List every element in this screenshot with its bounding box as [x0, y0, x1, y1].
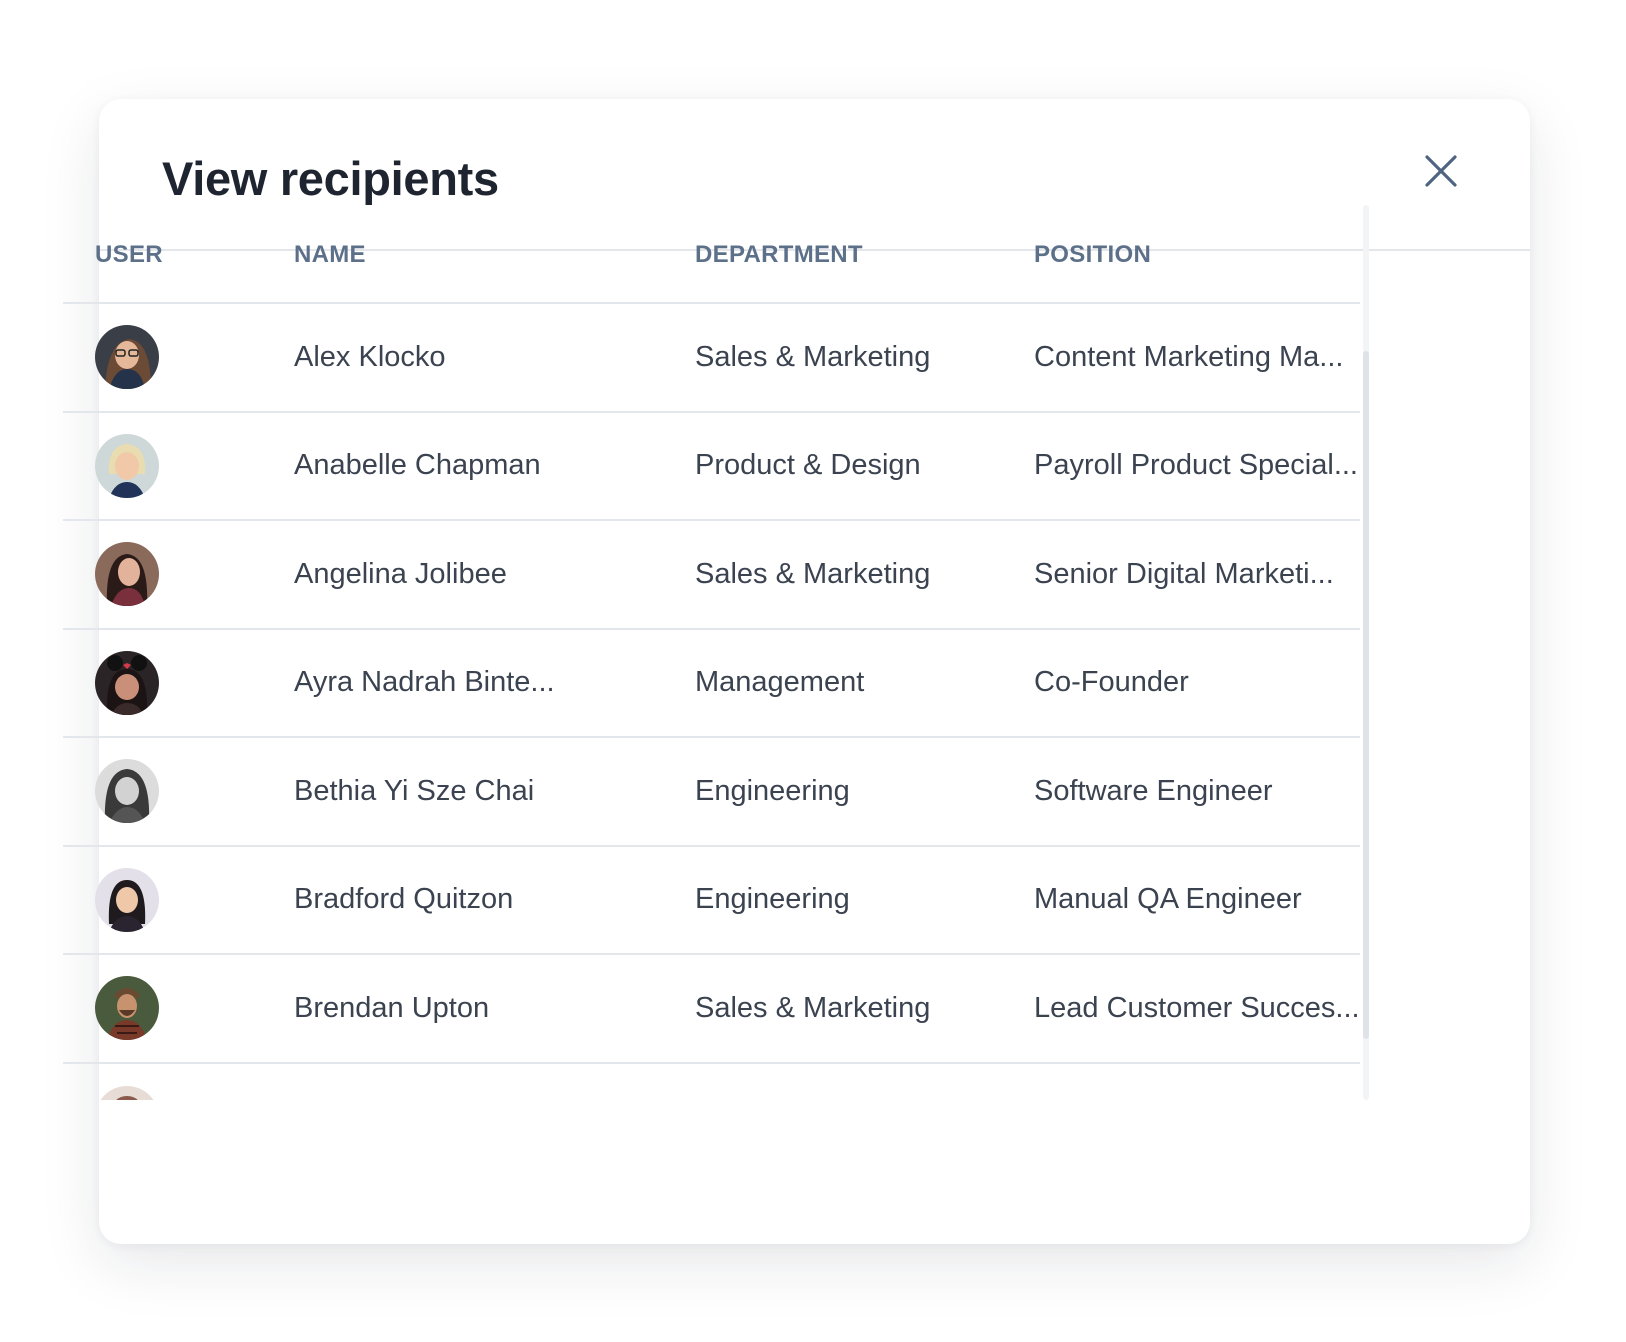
column-header-user: USER — [95, 241, 163, 268]
avatar — [95, 542, 159, 607]
avatar — [95, 976, 159, 1041]
table-row[interactable] — [63, 1064, 1360, 1100]
recipient-position: Payroll Product Special... — [1034, 449, 1358, 482]
recipient-department: Sales & Marketing — [695, 557, 931, 590]
column-header-name: NAME — [294, 241, 366, 268]
recipient-name: Anabelle Chapman — [294, 449, 541, 482]
recipient-department: Engineering — [695, 774, 850, 807]
recipient-position: Senior Digital Marketi... — [1034, 557, 1334, 590]
table-row[interactable]: Angelina Jolibee Sales & Marketing Senio… — [63, 521, 1360, 630]
recipient-name: Ayra Nadrah Binte... — [294, 666, 555, 699]
avatar — [95, 650, 159, 715]
recipient-position: Software Engineer — [1034, 774, 1273, 807]
recipient-name: Angelina Jolibee — [294, 557, 507, 590]
close-icon — [1425, 155, 1457, 187]
avatar — [95, 759, 159, 824]
scrollbar-thumb[interactable] — [1363, 351, 1369, 1039]
avatar — [95, 1085, 159, 1100]
recipient-department: Product & Design — [695, 449, 921, 482]
recipient-position: Manual QA Engineer — [1034, 883, 1302, 916]
modal-title: View recipients — [162, 152, 499, 205]
table-body: Alex Klocko Sales & Marketing Content Ma… — [63, 304, 1360, 1100]
table-row[interactable]: Brendan Upton Sales & Marketing Lead Cus… — [63, 955, 1360, 1064]
recipients-table: USER NAME DEPARTMENT POSITION Alex Klock… — [63, 205, 1363, 1100]
avatar — [95, 867, 159, 932]
recipient-department: Engineering — [695, 883, 850, 916]
recipient-department: Management — [695, 666, 865, 699]
recipient-department: Sales & Marketing — [695, 340, 931, 373]
recipient-name: Bethia Yi Sze Chai — [294, 774, 535, 807]
table-row[interactable]: Alex Klocko Sales & Marketing Content Ma… — [63, 304, 1360, 413]
avatar — [95, 325, 159, 390]
table-header: USER NAME DEPARTMENT POSITION — [63, 205, 1360, 304]
table-row[interactable]: Anabelle Chapman Product & Design Payrol… — [63, 413, 1360, 521]
column-header-department: DEPARTMENT — [695, 241, 863, 268]
recipient-position: Lead Customer Succes... — [1034, 991, 1360, 1024]
recipient-position: Co-Founder — [1034, 666, 1189, 699]
recipient-name: Brendan Upton — [294, 991, 490, 1024]
table-row[interactable]: Bethia Yi Sze Chai Engineering Software … — [63, 738, 1360, 847]
recipient-name: Alex Klocko — [294, 340, 446, 373]
close-button[interactable] — [1419, 149, 1463, 193]
recipient-name: Bradford Quitzon — [294, 883, 514, 916]
avatar — [95, 433, 159, 498]
table-row[interactable]: Bradford Quitzon Engineering Manual QA E… — [63, 847, 1360, 955]
table-row[interactable]: Ayra Nadrah Binte... Management Co-Found… — [63, 630, 1360, 738]
column-header-position: POSITION — [1034, 241, 1152, 268]
recipient-department: Sales & Marketing — [695, 991, 931, 1024]
recipient-position: Content Marketing Ma... — [1034, 340, 1344, 373]
